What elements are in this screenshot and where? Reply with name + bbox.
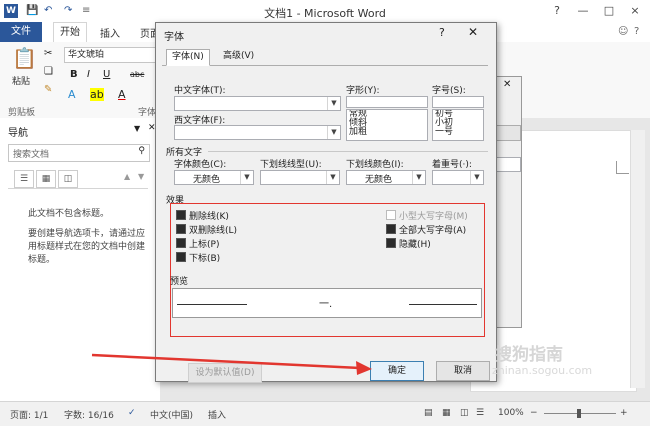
arrow-head (356, 361, 372, 375)
read-mode-icon[interactable]: ▤ (424, 408, 433, 418)
web-layout-icon[interactable]: ◫ (460, 408, 469, 418)
outline-icon[interactable]: ☰ (476, 408, 484, 418)
watermark-url: zhinan.sogou.com (492, 364, 593, 377)
zoom-slider-thumb[interactable] (577, 409, 581, 418)
language[interactable]: 中文(中国) (150, 408, 193, 421)
proofing-icon[interactable]: ✓ (128, 408, 136, 418)
zoom-level[interactable]: 100% (498, 408, 524, 418)
word-count[interactable]: 字数: 16/16 (64, 408, 114, 421)
arrow-line (91, 353, 361, 370)
status-bar: 页面: 1/1 字数: 16/16 ✓ 中文(中国) 插入 ▤ ▦ ◫ ☰ 10… (0, 401, 650, 426)
watermark-logo: 搜狗指南 (495, 345, 563, 365)
print-layout-icon[interactable]: ▦ (442, 408, 451, 418)
page-count[interactable]: 页面: 1/1 (10, 408, 48, 421)
zoom-out-icon[interactable]: − (530, 408, 538, 418)
zoom-in-icon[interactable]: + (620, 408, 628, 418)
insert-mode[interactable]: 插入 (208, 408, 226, 421)
